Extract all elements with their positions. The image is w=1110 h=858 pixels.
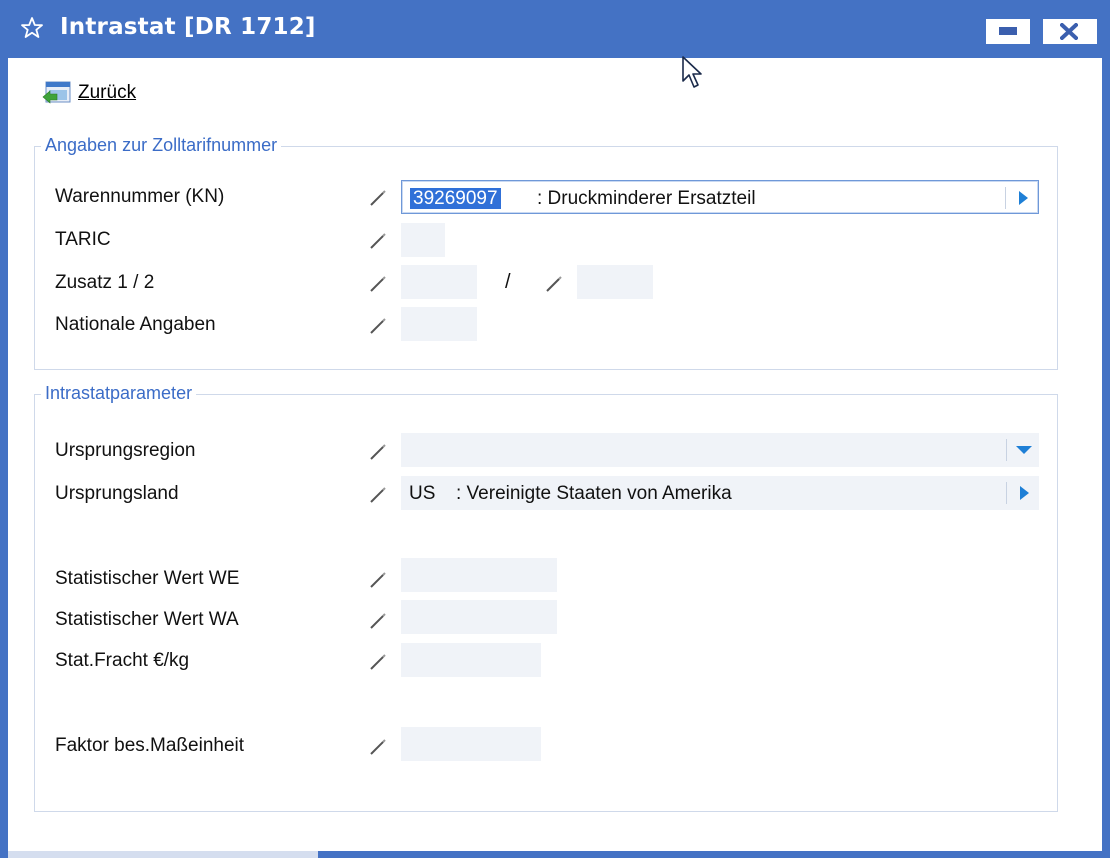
ursprungsland-field[interactable]: US : Vereinigte Staaten von Amerika: [401, 476, 1039, 510]
warennummer-description: : Druckminderer Ersatzteil: [537, 188, 756, 209]
minimize-icon: [999, 27, 1017, 35]
field-separator: [1006, 482, 1007, 504]
pencil-icon[interactable]: [368, 485, 388, 505]
field-separator: [1006, 439, 1007, 461]
warennummer-code: 39269097: [410, 188, 501, 209]
chevron-down-icon[interactable]: [1016, 446, 1032, 454]
group-legend: Angaben zur Zolltarifnummer: [41, 135, 282, 156]
mouse-pointer-icon: [682, 56, 702, 88]
close-icon: [1060, 23, 1078, 40]
star-icon[interactable]: [20, 16, 44, 40]
pencil-icon[interactable]: [368, 611, 388, 631]
field-separator: [1005, 187, 1006, 209]
ursprungsregion-select[interactable]: [401, 433, 1039, 467]
zusatz2-field[interactable]: [577, 265, 653, 299]
warennummer-field[interactable]: 39269097 : Druckminderer Ersatzteil: [401, 180, 1039, 214]
label-stat-wert-wa: Statistischer Wert WA: [55, 609, 239, 630]
title-bar[interactable]: Intrastat [DR 1712]: [0, 0, 1110, 58]
label-nationale-angaben: Nationale Angaben: [55, 314, 216, 335]
zusatz1-field[interactable]: [401, 265, 477, 299]
pencil-icon[interactable]: [368, 188, 388, 208]
label-stat-fracht: Stat.Fracht €/kg: [55, 650, 190, 671]
label-warennummer: Warennummer (KN): [55, 186, 225, 207]
stat-wert-wa-field[interactable]: [401, 600, 557, 634]
bottom-strip: [8, 851, 318, 858]
close-button[interactable]: [1043, 19, 1097, 44]
dialog-content: Zurück Angaben zur Zolltarifnummer Waren…: [8, 58, 1102, 851]
chevron-right-icon[interactable]: [1019, 191, 1028, 205]
pencil-icon[interactable]: [368, 316, 388, 336]
window-title: Intrastat [DR 1712]: [60, 14, 316, 40]
ursprungsland-description: : Vereinigte Staaten von Amerika: [456, 483, 732, 504]
back-icon: [42, 81, 71, 104]
label-stat-wert-we: Statistischer Wert WE: [55, 568, 240, 589]
label-zusatz: Zusatz 1 / 2: [55, 272, 155, 293]
warennummer-value: 39269097: [410, 188, 501, 210]
nationale-angaben-field[interactable]: [401, 307, 477, 341]
group-legend: Intrastatparameter: [41, 383, 197, 404]
back-button[interactable]: Zurück: [42, 80, 136, 106]
ursprungsland-code: US: [409, 483, 436, 504]
pencil-icon[interactable]: [368, 274, 388, 294]
pencil-icon[interactable]: [368, 231, 388, 251]
label-taric: TARIC: [55, 229, 111, 250]
minimize-button[interactable]: [986, 19, 1030, 44]
stat-wert-we-field[interactable]: [401, 558, 557, 592]
zusatz-separator: /: [505, 271, 511, 293]
label-ursprungsland: Ursprungsland: [55, 483, 179, 504]
pencil-icon[interactable]: [544, 274, 564, 294]
pencil-icon[interactable]: [368, 737, 388, 757]
chevron-right-icon[interactable]: [1020, 486, 1029, 500]
taric-field[interactable]: [401, 223, 445, 257]
back-label: Zurück: [78, 82, 137, 103]
faktor-field[interactable]: [401, 727, 541, 761]
intrastat-window: Intrastat [DR 1712] Zurück Angaben zur Z…: [0, 0, 1110, 858]
stat-fracht-field[interactable]: [401, 643, 541, 677]
label-ursprungsregion: Ursprungsregion: [55, 440, 196, 461]
pencil-icon[interactable]: [368, 652, 388, 672]
label-faktor: Faktor bes.Maßeinheit: [55, 735, 245, 756]
pencil-icon[interactable]: [368, 442, 388, 462]
pencil-icon[interactable]: [368, 570, 388, 590]
